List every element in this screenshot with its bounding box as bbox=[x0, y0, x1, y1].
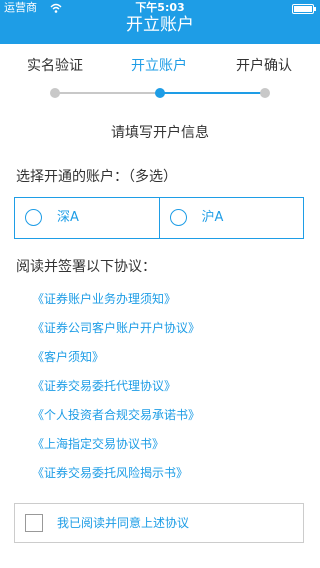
account-options-group: 深A 沪A bbox=[14, 197, 304, 239]
step-label-confirm: 开户确认 bbox=[236, 58, 292, 74]
step-dot-verify bbox=[50, 88, 60, 98]
agreement-link-account-notice[interactable]: 《证券账户业务办理须知》 bbox=[32, 291, 176, 307]
account-option-hu-a[interactable]: 沪A bbox=[158, 198, 304, 238]
agreement-link-shanghai-designated[interactable]: 《上海指定交易协议书》 bbox=[32, 436, 164, 452]
step-progress-line-done bbox=[55, 92, 160, 94]
agreement-link-customer-notice[interactable]: 《客户须知》 bbox=[32, 349, 104, 365]
agreement-confirm-row[interactable]: 我已阅读并同意上述协议 bbox=[14, 503, 304, 543]
agreement-link-account-opening[interactable]: 《证券公司客户账户开户协议》 bbox=[32, 320, 200, 336]
step-label-verify: 实名验证 bbox=[27, 58, 83, 74]
agreement-link-risk-disclosure[interactable]: 《证券交易委托风险揭示书》 bbox=[32, 465, 188, 481]
page-title: 开立账户 bbox=[126, 15, 194, 35]
radio-circle-icon[interactable] bbox=[169, 209, 187, 226]
account-section-label: 选择开通的账户：（多选） bbox=[16, 169, 177, 185]
step-progress-line-current bbox=[160, 92, 265, 94]
account-option-label: 深A bbox=[57, 210, 79, 225]
app-header: 运营商 下午5:03 开立账户 bbox=[0, 0, 320, 44]
step-label-open-account: 开立账户 bbox=[131, 58, 187, 74]
battery-icon bbox=[292, 4, 316, 14]
form-heading: 请填写开户信息 bbox=[111, 125, 209, 141]
agreement-checkbox[interactable] bbox=[25, 514, 43, 532]
radio-circle-icon[interactable] bbox=[25, 209, 42, 226]
account-option-shen-a[interactable]: 深A bbox=[15, 198, 159, 238]
agreements-section-label: 阅读并签署以下协议： bbox=[16, 259, 156, 275]
agreement-link-trading-agency[interactable]: 《证券交易委托代理协议》 bbox=[32, 378, 176, 394]
agreement-confirm-label: 我已阅读并同意上述协议 bbox=[57, 516, 190, 530]
step-dot-confirm bbox=[260, 88, 270, 98]
agreement-link-compliance-pledge[interactable]: 《个人投资者合规交易承诺书》 bbox=[32, 407, 200, 423]
step-dot-open-account bbox=[155, 88, 165, 98]
account-option-label: 沪A bbox=[201, 210, 224, 225]
